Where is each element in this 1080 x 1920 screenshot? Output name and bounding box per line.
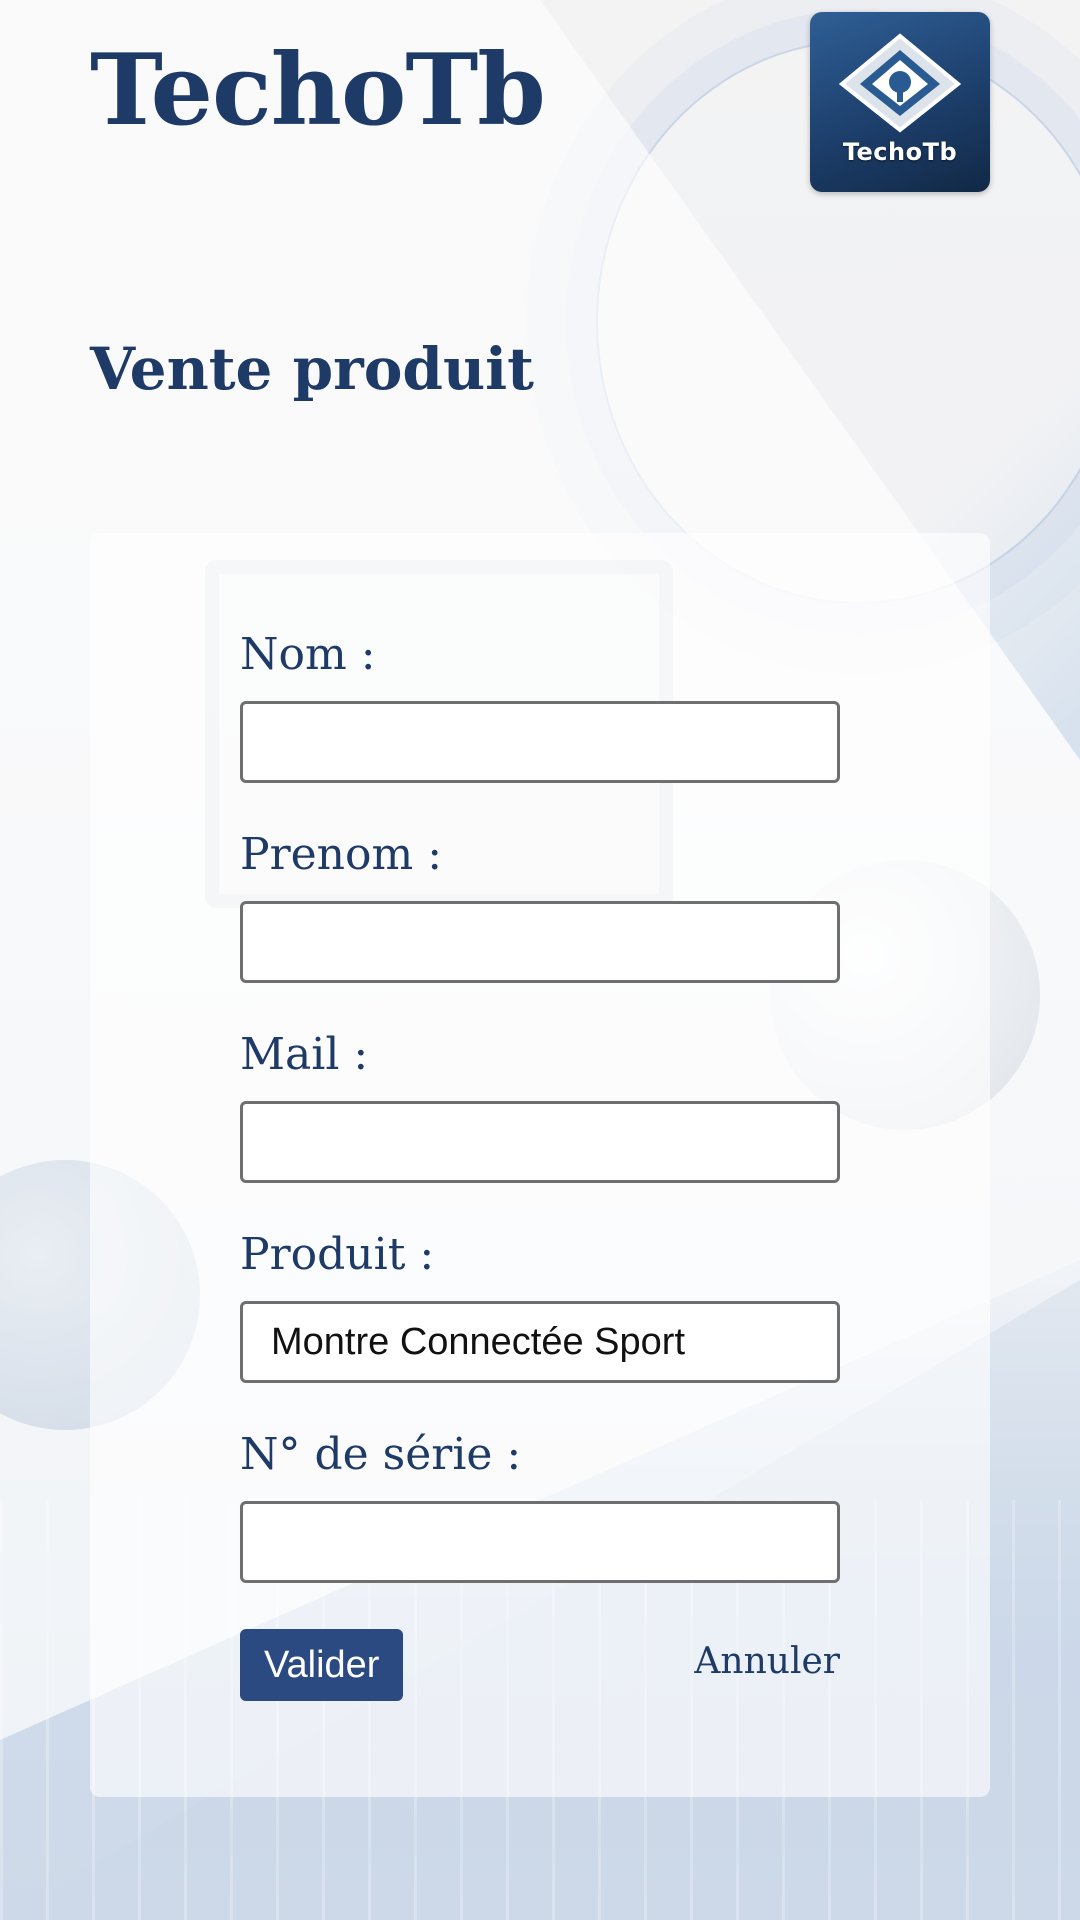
annuler-link[interactable]: Annuler — [694, 1641, 840, 1682]
serial-number-label: N° de série : — [240, 1429, 522, 1480]
brand-logo: TechoTb — [810, 12, 990, 192]
prenom-input[interactable] — [240, 901, 840, 983]
nom-label: Nom : — [240, 629, 376, 680]
brand-name: TechoTb — [90, 33, 546, 148]
prenom-field-group: Prenom : — [240, 833, 840, 983]
serial-field-group: N° de série : — [240, 1433, 840, 1583]
prenom-label: Prenom : — [240, 829, 443, 880]
sale-form: Nom : Prenom : Mail : Produit : N° de sé… — [90, 533, 990, 1797]
nom-field-group: Nom : — [240, 633, 840, 783]
produit-input[interactable] — [240, 1301, 840, 1383]
diamond-logo-icon — [838, 33, 962, 133]
valider-button[interactable]: Valider — [240, 1629, 404, 1701]
produit-label: Produit : — [240, 1229, 435, 1280]
logo-text: TechoTb — [842, 138, 958, 166]
mail-input[interactable] — [240, 1101, 840, 1183]
mail-field-group: Mail : — [240, 1033, 840, 1183]
mail-label: Mail : — [240, 1029, 369, 1080]
produit-field-group: Produit : — [240, 1233, 840, 1383]
serial-number-input[interactable] — [240, 1501, 840, 1583]
form-actions: Valider Annuler — [240, 1629, 840, 1701]
nom-input[interactable] — [240, 701, 840, 783]
page-title: Vente produit — [90, 335, 534, 403]
